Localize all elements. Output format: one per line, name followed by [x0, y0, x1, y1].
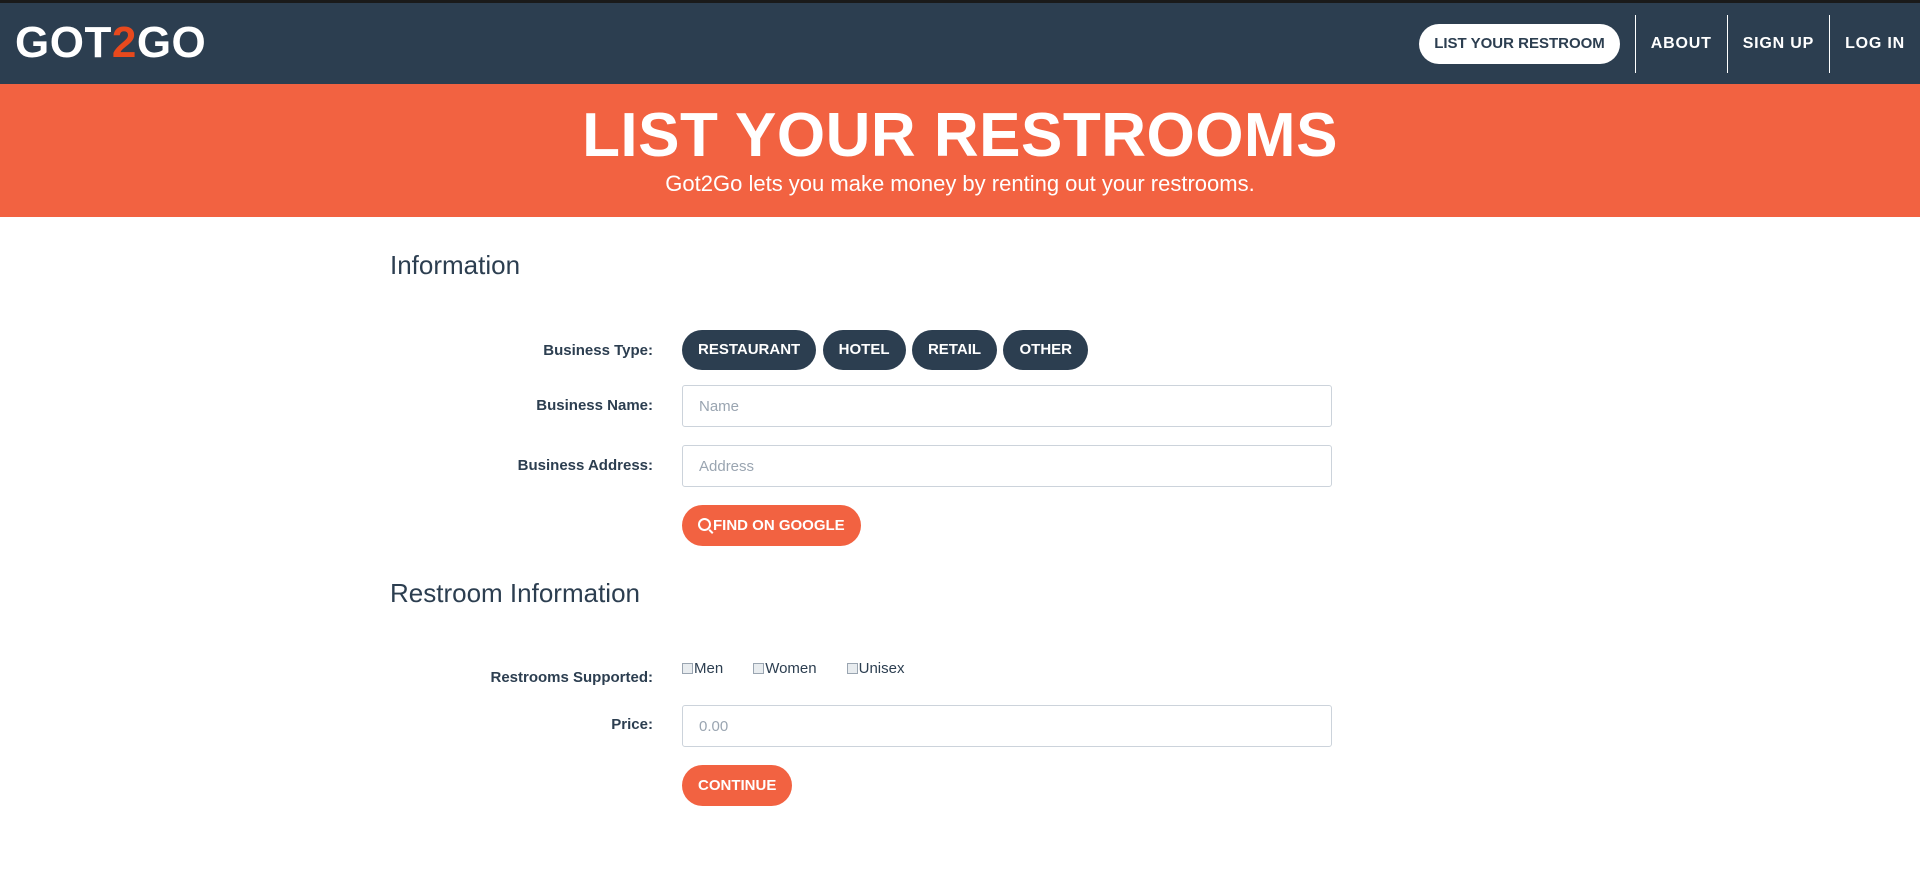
- business-address-input[interactable]: [682, 445, 1332, 487]
- logo[interactable]: GOT2GO: [15, 21, 206, 65]
- navbar: GOT2GO LIST YOUR RESTROOM ABOUT SIGN UP …: [0, 3, 1920, 84]
- logo-text-accent: 2: [111, 18, 137, 67]
- business-name-label: Business Name:: [536, 397, 653, 414]
- logo-text-pre: GOT: [15, 18, 112, 67]
- unisex-checkbox[interactable]: [846, 663, 858, 674]
- men-label: Men: [694, 660, 724, 677]
- nav-menu: LIST YOUR RESTROOM ABOUT SIGN UP LOG IN: [1419, 3, 1920, 84]
- women-label: Women: [765, 660, 817, 677]
- business-type-retail-button[interactable]: RETAIL: [911, 330, 998, 370]
- women-checkbox[interactable]: [753, 663, 765, 674]
- nav-log-in-link[interactable]: LOG IN: [1829, 14, 1920, 73]
- find-on-google-button[interactable]: FIND ON GOOGLE: [682, 505, 861, 546]
- page-subtitle: Got2Go lets you make money by renting ou…: [665, 171, 1255, 196]
- business-type-hotel-button[interactable]: HOTEL: [822, 330, 906, 370]
- price-label: Price:: [611, 716, 653, 733]
- option-unisex[interactable]: Unisex: [846, 660, 905, 677]
- list-your-restroom-button[interactable]: LIST YOUR RESTROOM: [1419, 23, 1620, 64]
- business-type-options: RESTAURANT HOTEL RETAIL OTHER: [682, 330, 1090, 370]
- option-women[interactable]: Women: [753, 660, 817, 677]
- restroom-section-title: Restroom Information: [390, 578, 640, 608]
- continue-button[interactable]: CONTINUE: [682, 765, 793, 806]
- men-checkbox[interactable]: [682, 663, 693, 674]
- form-container: Information Business Type: RESTAURANT HO…: [0, 217, 1920, 894]
- unisex-label: Unisex: [858, 660, 905, 677]
- business-address-label: Business Address:: [517, 457, 653, 474]
- information-section-title: Information: [390, 250, 521, 280]
- page-title: LIST YOUR RESTROOMS: [582, 101, 1338, 170]
- option-men[interactable]: Men: [682, 660, 723, 677]
- price-input[interactable]: [682, 705, 1332, 747]
- business-type-restaurant-button[interactable]: RESTAURANT: [682, 330, 817, 370]
- nav-about-link[interactable]: ABOUT: [1634, 14, 1727, 73]
- business-name-input[interactable]: [682, 385, 1332, 427]
- search-icon: [698, 518, 711, 531]
- hero-banner: LIST YOUR RESTROOMS Got2Go lets you make…: [0, 84, 1920, 217]
- nav-sign-up-link[interactable]: SIGN UP: [1726, 14, 1829, 73]
- business-type-label: Business Type:: [543, 342, 653, 359]
- logo-text-post: GO: [136, 18, 207, 67]
- restrooms-supported-label: Restrooms Supported:: [490, 669, 653, 686]
- find-on-google-label: FIND ON GOOGLE: [713, 517, 845, 534]
- restroom-options: Men Women Unisex: [682, 660, 934, 677]
- business-type-other-button[interactable]: OTHER: [1003, 330, 1088, 370]
